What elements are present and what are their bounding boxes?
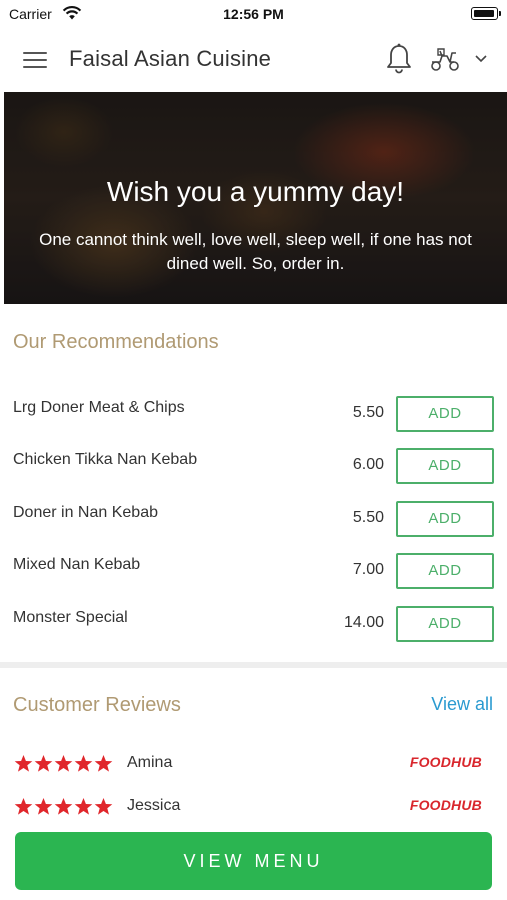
recommendation-item: Monster Special 14.00 ADD xyxy=(0,606,507,646)
recommendation-item: Chicken Tikka Nan Kebab 6.00 ADD xyxy=(0,448,507,488)
recommendations-title: Our Recommendations xyxy=(13,331,219,353)
status-time: 12:56 PM xyxy=(223,6,284,22)
item-price: 14.00 xyxy=(343,614,384,631)
add-button[interactable]: ADD xyxy=(396,501,494,537)
star-icon xyxy=(74,798,93,815)
star-icon xyxy=(74,755,93,772)
item-name: Mixed Nan Kebab xyxy=(13,556,141,573)
view-menu-button[interactable]: VIEW MENU xyxy=(15,832,492,890)
add-button[interactable]: ADD xyxy=(396,553,494,589)
item-price: 6.00 xyxy=(352,456,384,473)
reviewer-name: Jessica xyxy=(127,797,181,814)
star-icon xyxy=(54,798,73,815)
hero-subtitle: One cannot think well, love well, sleep … xyxy=(39,230,472,273)
recommendation-item: Doner in Nan Kebab 5.50 ADD xyxy=(0,501,507,541)
chevron-down-icon xyxy=(475,55,487,63)
star-icon xyxy=(94,755,113,772)
add-button[interactable]: ADD xyxy=(396,606,494,642)
item-price: 5.50 xyxy=(352,404,384,421)
battery-tip xyxy=(499,11,501,16)
review-row: Jessica FOODHUB xyxy=(0,795,507,821)
add-button[interactable]: ADD xyxy=(396,396,494,432)
item-name: Chicken Tikka Nan Kebab xyxy=(13,451,198,468)
restaurant-title: Faisal Asian Cuisine xyxy=(69,46,272,71)
item-name: Doner in Nan Kebab xyxy=(13,504,158,521)
star-icon xyxy=(34,755,53,772)
app-header: Faisal Asian Cuisine xyxy=(0,28,507,92)
reviews-title: Customer Reviews xyxy=(13,694,181,716)
view-all-link[interactable]: View all xyxy=(431,694,493,715)
scooter-icon[interactable] xyxy=(430,45,494,75)
star-rating xyxy=(14,755,113,772)
star-icon xyxy=(94,798,113,815)
item-name: Lrg Doner Meat & Chips xyxy=(13,399,185,416)
item-price: 5.50 xyxy=(352,509,384,526)
hero-banner: Wish you a yummy day! One cannot think w… xyxy=(4,92,507,304)
star-icon xyxy=(54,755,73,772)
battery-icon xyxy=(471,7,498,20)
menu-icon[interactable] xyxy=(20,46,50,74)
status-bar: Carrier 12:56 PM xyxy=(0,0,507,28)
star-rating xyxy=(14,798,113,815)
star-icon xyxy=(14,798,33,815)
foodhub-logo: FOODHUB xyxy=(409,797,482,813)
foodhub-logo: FOODHUB xyxy=(409,754,482,770)
recommendation-item: Lrg Doner Meat & Chips 5.50 ADD xyxy=(0,396,507,436)
recommendation-item: Mixed Nan Kebab 7.00 ADD xyxy=(0,553,507,593)
review-row: Amina FOODHUB xyxy=(0,752,507,778)
hero-title: Wish you a yummy day! xyxy=(106,176,405,207)
star-icon xyxy=(34,798,53,815)
item-price: 7.00 xyxy=(352,561,384,578)
bell-icon[interactable] xyxy=(383,42,415,76)
section-divider xyxy=(0,662,507,668)
add-button[interactable]: ADD xyxy=(396,448,494,484)
reviewer-name: Amina xyxy=(127,754,173,771)
item-name: Monster Special xyxy=(13,609,128,626)
star-icon xyxy=(14,755,33,772)
